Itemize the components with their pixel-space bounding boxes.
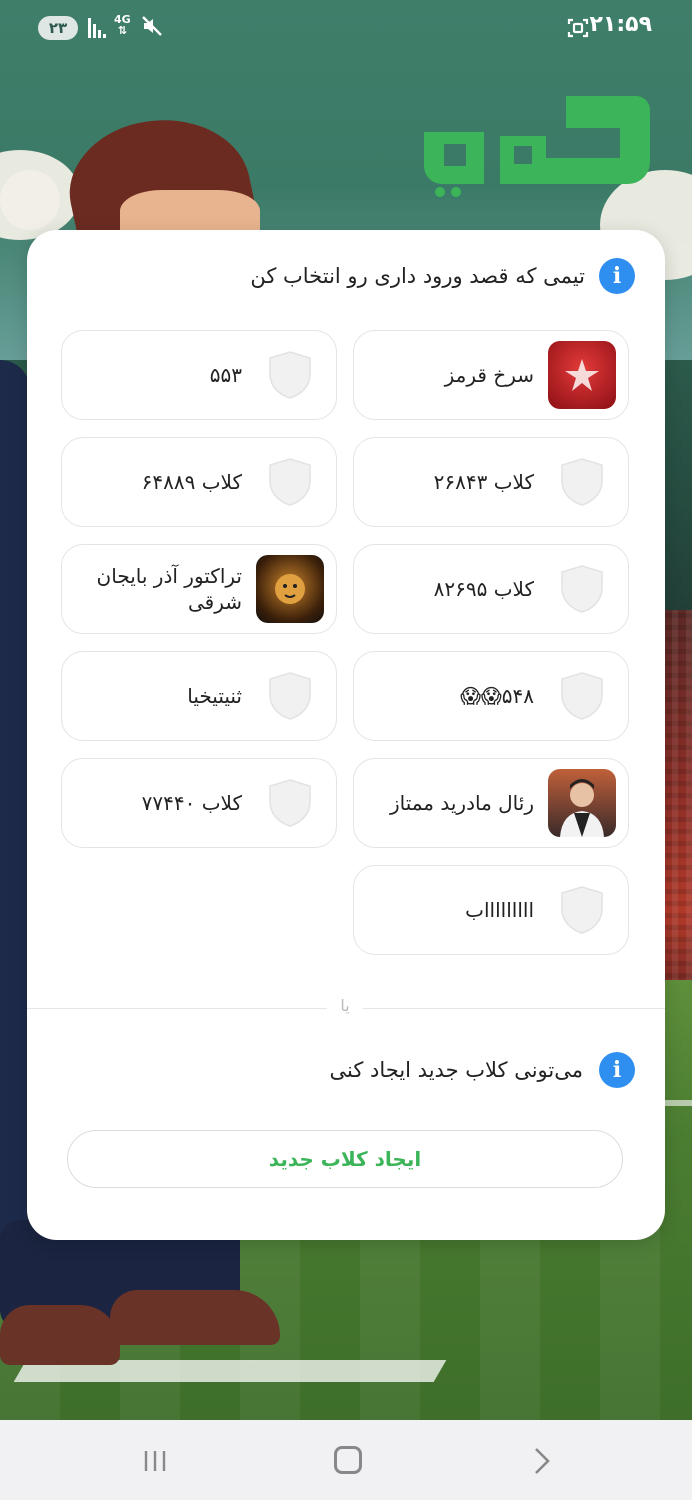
info-icon: i xyxy=(599,1052,635,1088)
team-name: ثنیتیخیا xyxy=(187,684,242,708)
team-card[interactable]: ۵۴۸😱😱 xyxy=(353,651,629,741)
team-card[interactable]: کلاب ۲۶۸۴۳ xyxy=(353,437,629,527)
create-club-text: می‌تونی کلاب جدید ایجاد کنی xyxy=(329,1058,584,1082)
signal-icon xyxy=(88,18,110,38)
team-card[interactable]: تراکتور آذر بایجان شرقی xyxy=(61,544,337,634)
team-card[interactable]: ثنیتیخیا xyxy=(61,651,337,741)
team-name: سرخ قرمز xyxy=(444,363,534,387)
team-name: اااااااااب xyxy=(465,898,534,922)
clock: ۲۱:۵۹ xyxy=(589,12,652,37)
team-card[interactable]: رئال مادرید ممتاز xyxy=(353,758,629,848)
network-type: 4G ⇅ xyxy=(114,13,131,37)
mute-icon xyxy=(142,16,162,36)
create-club-button[interactable]: ایجاد کلاب جدید xyxy=(67,1130,623,1188)
team-name: کلاب ۲۶۸۴۳ xyxy=(433,470,534,494)
person-photo xyxy=(548,769,616,837)
select-team-header: i تیمی که قصد ورود داری رو انتخاب کن xyxy=(250,258,635,294)
screenshot-icon xyxy=(567,18,589,38)
create-club-info: i می‌تونی کلاب جدید ایجاد کنی xyxy=(329,1052,635,1088)
team-name: کلاب ۶۴۸۸۹ xyxy=(141,470,242,494)
shield-icon xyxy=(256,662,324,730)
shield-icon xyxy=(548,876,616,944)
shield-icon xyxy=(256,448,324,516)
select-team-title: تیمی که قصد ورود داری رو انتخاب کن xyxy=(250,264,585,288)
recent-apps-icon[interactable] xyxy=(142,1448,168,1474)
app-logo xyxy=(424,96,650,197)
team-selection-card: i تیمی که قصد ورود داری رو انتخاب کن سرخ… xyxy=(27,230,665,1240)
team-name: کلاب ۸۲۶۹۵ xyxy=(433,577,534,601)
shield-icon xyxy=(256,769,324,837)
team-card[interactable]: کلاب ۶۴۸۸۹ xyxy=(61,437,337,527)
shield-icon xyxy=(548,662,616,730)
team-card[interactable]: ۵۵۳ xyxy=(61,330,337,420)
shield-icon xyxy=(548,555,616,623)
home-icon[interactable] xyxy=(334,1446,362,1474)
persepolis-logo xyxy=(548,341,616,409)
team-name: رئال مادرید ممتاز xyxy=(389,791,534,815)
status-bar: ۲۳ 4G ⇅ ۲۱:۵۹ xyxy=(0,0,692,56)
team-name: کلاب ۷۷۴۴۰ xyxy=(141,791,242,815)
team-card[interactable]: اااااااااب xyxy=(353,865,629,955)
team-name: تراکتور آذر بایجان شرقی xyxy=(96,564,242,614)
team-name: ۵۵۳ xyxy=(209,363,242,387)
info-icon: i xyxy=(599,258,635,294)
team-card[interactable]: کلاب ۷۷۴۴۰ xyxy=(61,758,337,848)
team-name: ۵۴۸😱😱 xyxy=(460,684,534,708)
team-card[interactable]: سرخ قرمز xyxy=(353,330,629,420)
or-label: یا xyxy=(327,996,363,1015)
shield-icon xyxy=(256,341,324,409)
lion-logo xyxy=(256,555,324,623)
shield-icon xyxy=(548,448,616,516)
team-card[interactable]: کلاب ۸۲۶۹۵ xyxy=(353,544,629,634)
sim-indicator: ۲۳ xyxy=(38,16,78,40)
back-icon[interactable] xyxy=(528,1446,554,1476)
